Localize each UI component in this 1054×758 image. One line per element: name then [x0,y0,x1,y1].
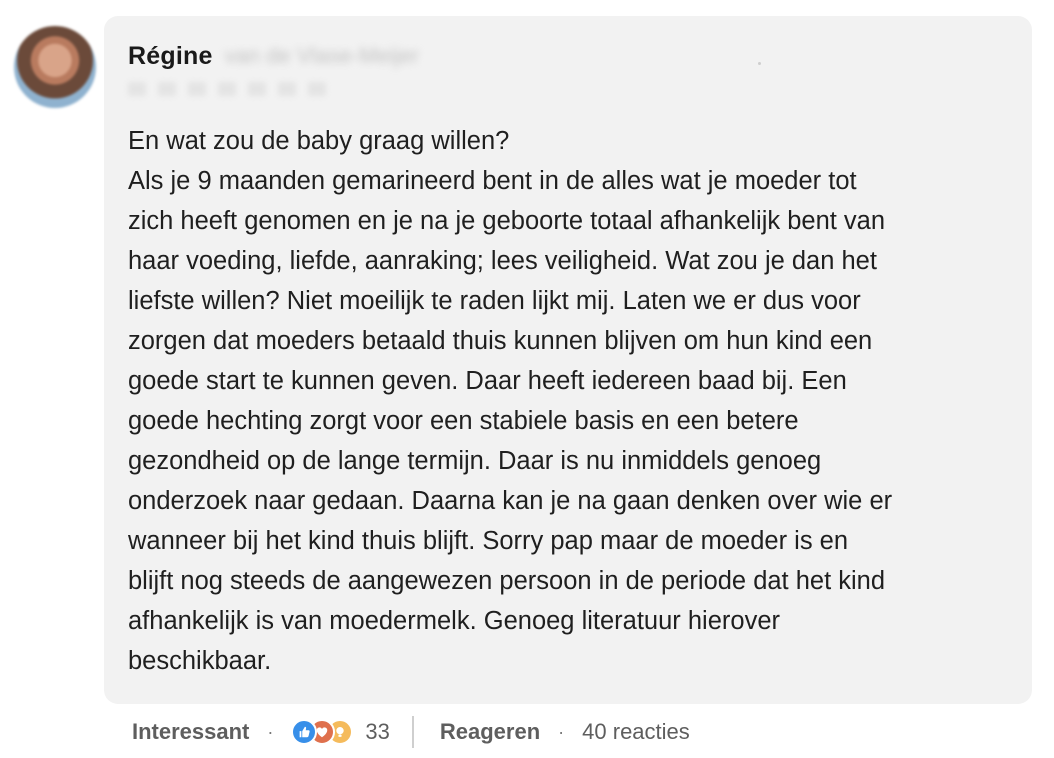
comment-line: Als je 9 maanden gemarineerd bent in de … [128,167,857,195]
comment-text: En wat zou de baby graag willen? Als je … [128,121,1018,681]
comment-actions: Interessant · 33 Reageren · 40 reacties [132,710,690,754]
comment-line: zorgen dat moeders betaald thuis kunnen … [128,327,873,355]
comment-line: zich heeft genomen en je na je geboorte … [128,207,886,235]
author-headline-blurred [128,82,328,96]
reaction-count[interactable]: 33 [365,719,389,745]
comment-line: gezondheid op de lange termijn. Daar is … [128,447,822,475]
comment-line: onderzoek naar gedaan. Daarna kan je na … [128,487,893,515]
reply-button[interactable]: Reageren [440,719,540,745]
comment-line: beschikbaar. [128,647,272,675]
separator-dot: · [558,721,565,742]
comment-line: afhankelijk is van moedermelk. Genoeg li… [128,607,780,635]
author-row: Régine van de Vlase-Meijer [128,38,419,74]
comment-line: haar voeding, liefde, aanraking; lees ve… [128,247,877,275]
react-button[interactable]: Interessant [132,719,249,745]
author-avatar[interactable] [14,26,96,108]
comment-line: wanneer bij het kind thuis blijft. Sorry… [128,527,849,555]
comment-line: goede hechting zorgt voor een stabiele b… [128,407,799,435]
replies-count[interactable]: 40 reacties [582,719,690,745]
comment-line: En wat zou de baby graag willen? [128,127,510,155]
author-surname-blurred[interactable]: van de Vlase-Meijer [225,43,419,69]
reactions-summary[interactable]: 33 [291,719,390,745]
comment-line: goede start te kunnen geven. Daar heeft … [128,367,847,395]
options-dot [758,62,761,65]
actions-divider [411,716,414,748]
comment-line: blijft nog steeds de aangewezen persoon … [128,567,886,595]
author-name[interactable]: Régine [128,42,213,71]
comment-line: liefste willen? Niet moeilijk te raden l… [128,287,861,315]
separator-dot: · [267,721,274,742]
